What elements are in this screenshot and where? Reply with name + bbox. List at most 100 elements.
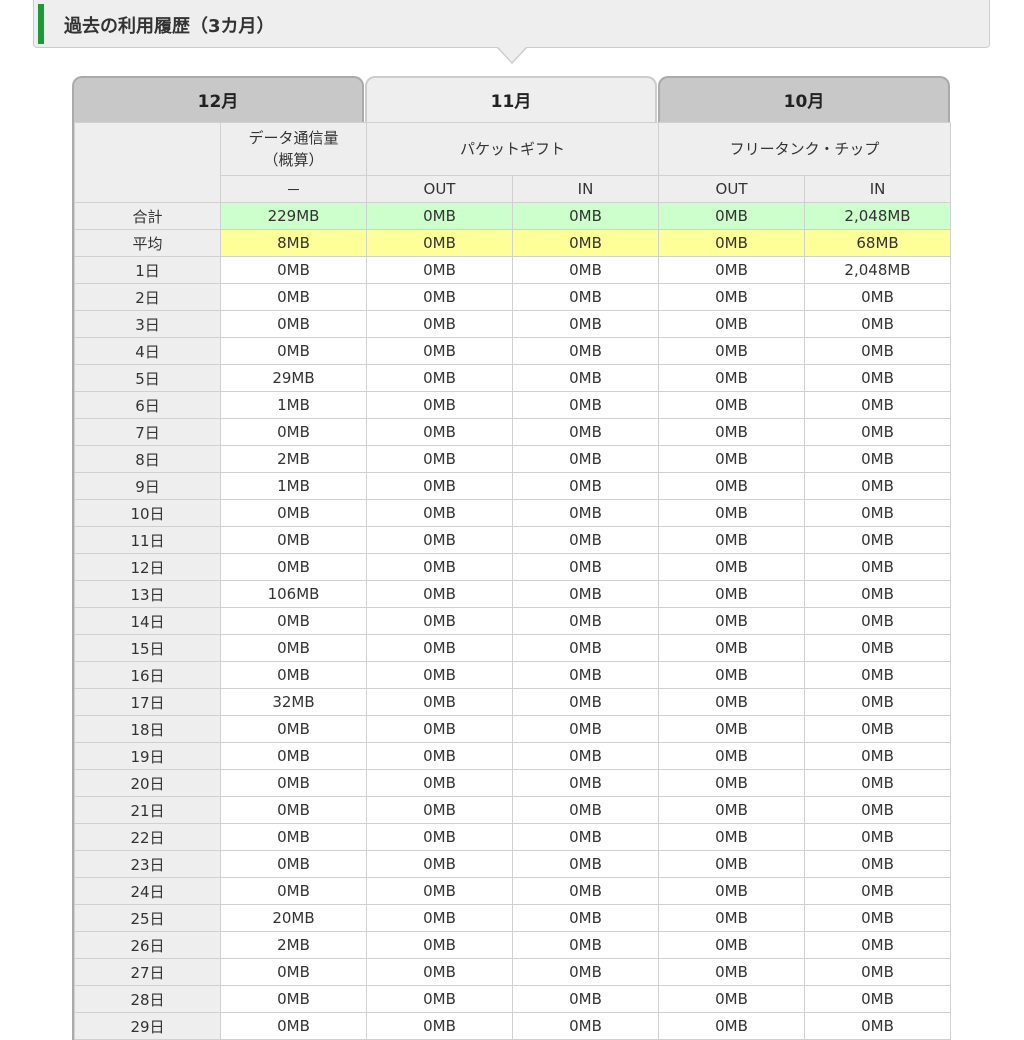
value-cell: 0MB bbox=[804, 607, 952, 635]
value-cell: 0MB bbox=[658, 526, 806, 554]
row-label: 2日 bbox=[74, 283, 221, 311]
value-cell: 0MB bbox=[511, 418, 660, 446]
value-cell: 0MB bbox=[511, 391, 660, 419]
value-cell: 2MB bbox=[220, 931, 367, 959]
tab-december[interactable]: 12月 bbox=[72, 76, 364, 124]
section-header: 過去の利用履歴（3カ月） bbox=[33, 0, 990, 48]
packet-gift-out-header: OUT bbox=[366, 175, 513, 203]
value-cell: 0MB bbox=[366, 580, 513, 608]
table-row: 8日 2MB 0MB 0MB 0MB 0MB bbox=[74, 445, 952, 473]
value-cell: 0MB bbox=[658, 904, 806, 932]
table-row: 12日 0MB 0MB 0MB 0MB 0MB bbox=[74, 553, 952, 581]
free-tank-out-header: OUT bbox=[658, 175, 806, 203]
value-cell: 0MB bbox=[366, 391, 513, 419]
value-cell: 0MB bbox=[511, 472, 660, 500]
value-cell: 0MB bbox=[511, 958, 660, 986]
value-cell: 0MB bbox=[366, 904, 513, 932]
value-cell: 0MB bbox=[220, 823, 367, 851]
value-cell: 0MB bbox=[366, 337, 513, 365]
table-row: 21日 0MB 0MB 0MB 0MB 0MB bbox=[74, 796, 952, 824]
value-cell: 0MB bbox=[220, 310, 367, 338]
row-label: 10日 bbox=[74, 499, 221, 527]
value-cell: 0MB bbox=[220, 283, 367, 311]
value-cell: 0MB bbox=[804, 418, 952, 446]
row-label: 29日 bbox=[74, 1012, 221, 1040]
value-cell: 0MB bbox=[804, 499, 952, 527]
value-cell: 0MB bbox=[804, 661, 952, 689]
value-cell: 2MB bbox=[220, 445, 367, 473]
value-cell: 0MB bbox=[511, 688, 660, 716]
value-cell: 0MB bbox=[220, 796, 367, 824]
table-row: 16日 0MB 0MB 0MB 0MB 0MB bbox=[74, 661, 952, 689]
value-cell: 0MB bbox=[658, 202, 806, 230]
row-label: 22日 bbox=[74, 823, 221, 851]
row-label: 24日 bbox=[74, 877, 221, 905]
value-cell: 0MB bbox=[658, 742, 806, 770]
value-cell: 0MB bbox=[511, 904, 660, 932]
row-label: 15日 bbox=[74, 634, 221, 662]
value-cell: 0MB bbox=[804, 931, 952, 959]
value-cell: 0MB bbox=[220, 1012, 367, 1040]
value-cell: 0MB bbox=[511, 580, 660, 608]
row-label: 20日 bbox=[74, 769, 221, 797]
value-cell: 0MB bbox=[804, 634, 952, 662]
value-cell: 0MB bbox=[658, 958, 806, 986]
table-row: 27日 0MB 0MB 0MB 0MB 0MB bbox=[74, 958, 952, 986]
value-cell: 0MB bbox=[658, 769, 806, 797]
value-cell: 0MB bbox=[658, 364, 806, 392]
value-cell: 0MB bbox=[366, 526, 513, 554]
value-cell: 0MB bbox=[804, 337, 952, 365]
row-label: 11日 bbox=[74, 526, 221, 554]
table-row: 29日 0MB 0MB 0MB 0MB 0MB bbox=[74, 1012, 952, 1040]
value-cell: 0MB bbox=[804, 310, 952, 338]
table-row: 14日 0MB 0MB 0MB 0MB 0MB bbox=[74, 607, 952, 635]
value-cell: 0MB bbox=[511, 337, 660, 365]
value-cell: 0MB bbox=[220, 769, 367, 797]
table-row: 4日 0MB 0MB 0MB 0MB 0MB bbox=[74, 337, 952, 365]
value-cell: 0MB bbox=[804, 580, 952, 608]
value-cell: 0MB bbox=[511, 607, 660, 635]
value-cell: 0MB bbox=[658, 823, 806, 851]
value-cell: 0MB bbox=[658, 1012, 806, 1040]
table-row: 10日 0MB 0MB 0MB 0MB 0MB bbox=[74, 499, 952, 527]
table-row: 20日 0MB 0MB 0MB 0MB 0MB bbox=[74, 769, 952, 797]
row-label: 12日 bbox=[74, 553, 221, 581]
value-cell: 0MB bbox=[366, 229, 513, 257]
data-usage-header: データ通信量 （概算） bbox=[220, 122, 367, 176]
value-cell: 0MB bbox=[366, 661, 513, 689]
value-cell: 29MB bbox=[220, 364, 367, 392]
value-cell: 0MB bbox=[366, 742, 513, 770]
value-cell: 0MB bbox=[511, 796, 660, 824]
value-cell: 0MB bbox=[511, 877, 660, 905]
value-cell: 0MB bbox=[220, 661, 367, 689]
value-cell: 0MB bbox=[658, 310, 806, 338]
section-title: 過去の利用履歴（3カ月） bbox=[64, 16, 275, 37]
value-cell: 20MB bbox=[220, 904, 367, 932]
row-label: 17日 bbox=[74, 688, 221, 716]
table-row: 19日 0MB 0MB 0MB 0MB 0MB bbox=[74, 742, 952, 770]
value-cell: 0MB bbox=[804, 769, 952, 797]
value-cell: 0MB bbox=[366, 985, 513, 1013]
row-label: 5日 bbox=[74, 364, 221, 392]
value-cell: 0MB bbox=[220, 499, 367, 527]
value-cell: 0MB bbox=[804, 526, 952, 554]
tab-october[interactable]: 10月 bbox=[658, 76, 950, 124]
value-cell: 0MB bbox=[220, 850, 367, 878]
total-row: 合計 229MB 0MB 0MB 0MB 2,048MB bbox=[74, 202, 952, 230]
value-cell: 0MB bbox=[366, 931, 513, 959]
value-cell: 0MB bbox=[220, 418, 367, 446]
value-cell: 0MB bbox=[511, 202, 660, 230]
value-cell: 229MB bbox=[220, 202, 367, 230]
value-cell: 0MB bbox=[220, 958, 367, 986]
value-cell: 0MB bbox=[658, 418, 806, 446]
value-cell: 0MB bbox=[511, 229, 660, 257]
table-row: 18日 0MB 0MB 0MB 0MB 0MB bbox=[74, 715, 952, 743]
value-cell: 0MB bbox=[511, 850, 660, 878]
value-cell: 0MB bbox=[366, 958, 513, 986]
value-cell: 8MB bbox=[220, 229, 367, 257]
table-row: 22日 0MB 0MB 0MB 0MB 0MB bbox=[74, 823, 952, 851]
value-cell: 0MB bbox=[366, 445, 513, 473]
value-cell: 0MB bbox=[658, 796, 806, 824]
tab-november[interactable]: 11月 bbox=[365, 76, 657, 124]
value-cell: 0MB bbox=[220, 715, 367, 743]
